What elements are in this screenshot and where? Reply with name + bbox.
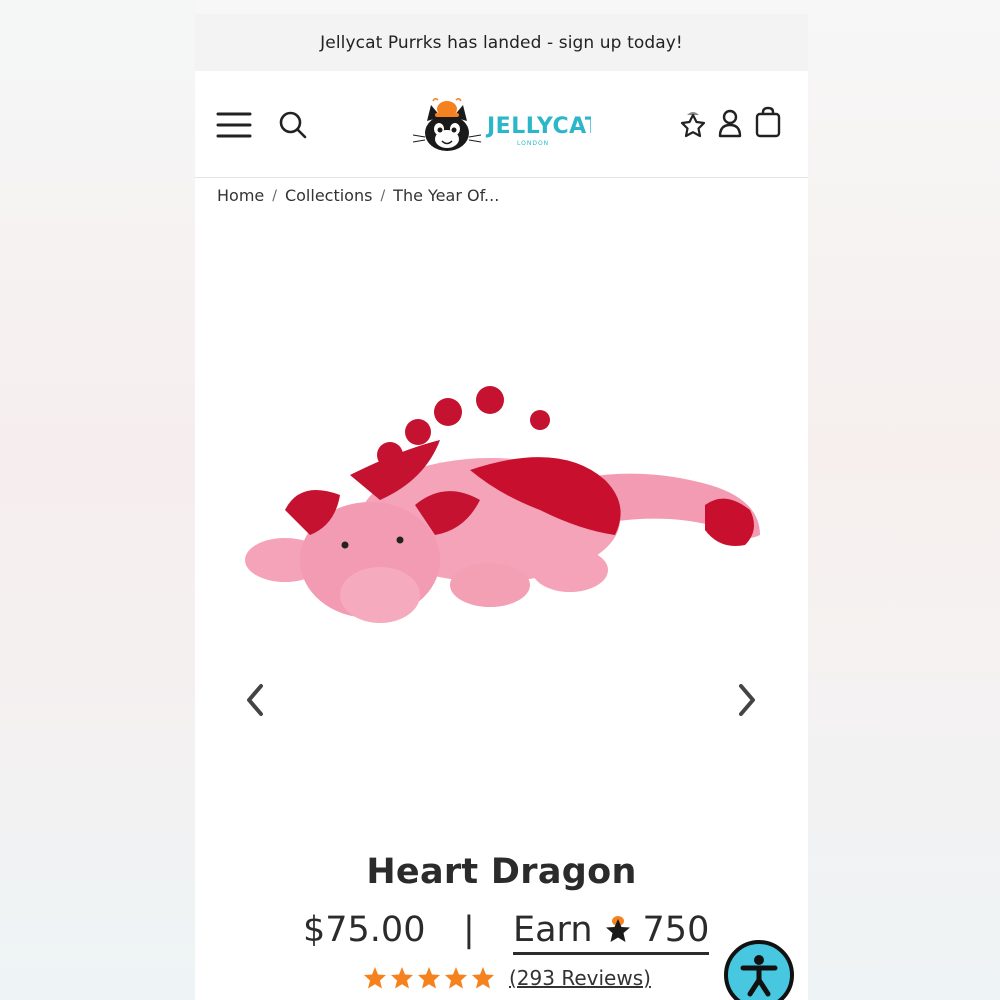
rating-stars [363,966,495,990]
background-left [0,0,195,1000]
chevron-right-icon[interactable] [732,680,762,720]
rating-row: (293 Reviews) [363,966,651,990]
account-icon[interactable] [715,107,745,139]
product-title: Heart Dragon [366,852,637,892]
star-icon [418,967,440,989]
star-icon [391,967,413,989]
star-icon [472,967,494,989]
product-image-heart-dragon[interactable] [240,370,780,640]
chevron-left-icon[interactable] [240,680,270,720]
shopping-bag-icon[interactable] [753,105,783,139]
star-icon [364,967,386,989]
menu-icon[interactable] [215,109,253,141]
breadcrumb-collections[interactable]: Collections [285,186,372,205]
top-spacer [195,0,808,14]
price-divider: | [463,910,475,950]
earn-points-link[interactable]: Earn 750 [513,910,710,955]
product-price: $75.00 [303,910,426,950]
background-right [808,0,1000,1000]
price-row: $75.00 | Earn 750 [195,910,808,958]
announcement-text[interactable]: Jellycat Purrks has landed - sign up tod… [320,33,683,53]
breadcrumb-current[interactable]: The Year Of... [393,186,499,205]
breadcrumb: Home / Collections / The Year Of... [217,186,499,205]
product-gallery [195,215,808,835]
breadcrumb-home[interactable]: Home [217,186,264,205]
points-star-icon [605,916,630,942]
breadcrumb-separator: / [380,187,386,204]
jellycat-logo[interactable]: JELLYCAT LONDON [411,95,600,155]
logo-subtext: LONDON [517,140,549,147]
reviews-link[interactable]: (293 Reviews) [509,966,651,990]
site-header: JELLYCAT LONDON [195,71,808,178]
announcement-bar[interactable]: Jellycat Purrks has landed - sign up tod… [195,14,808,71]
search-icon[interactable] [277,109,309,141]
breadcrumb-separator: / [272,187,277,204]
accessibility-icon [740,955,778,997]
earn-points: 750 [642,910,710,950]
mobile-page: Jellycat Purrks has landed - sign up tod… [195,0,808,1000]
earn-label: Earn [513,910,593,950]
wishlist-star-icon[interactable] [677,109,709,141]
logo-wordmark: JELLYCAT [485,114,591,139]
star-icon [445,967,467,989]
